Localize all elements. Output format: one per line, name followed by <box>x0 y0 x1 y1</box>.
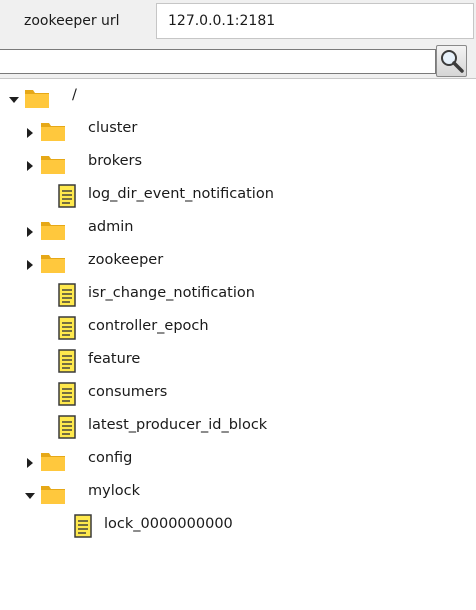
collapsed-arrow-icon[interactable] <box>24 454 36 468</box>
tree-node-label: mylock <box>88 483 140 499</box>
collapsed-arrow-icon[interactable] <box>24 256 36 270</box>
zookeeper-url-input[interactable] <box>156 3 474 39</box>
folder-icon <box>40 252 66 278</box>
tree-node[interactable]: controller_epoch <box>0 312 476 345</box>
folder-icon <box>40 120 66 146</box>
tree-node[interactable]: config <box>0 444 476 477</box>
tree-node[interactable]: admin <box>0 213 476 246</box>
file-icon <box>58 382 76 410</box>
folder-icon <box>24 87 50 113</box>
zookeeper-url-label: zookeeper url <box>24 13 120 29</box>
magnifier-icon <box>441 50 464 73</box>
tree-node[interactable]: feature <box>0 345 476 378</box>
tree-node-label: zookeeper <box>88 252 164 268</box>
tree-node[interactable]: consumers <box>0 378 476 411</box>
tree-node[interactable]: brokers <box>0 147 476 180</box>
tree-node-label: lock_0000000000 <box>104 516 233 532</box>
tree-node-label: isr_change_notification <box>88 285 255 301</box>
file-icon <box>58 283 76 311</box>
search-input[interactable] <box>0 49 436 74</box>
tree-node[interactable]: cluster <box>0 114 476 147</box>
tree-node-label: controller_epoch <box>88 318 209 334</box>
tree-node-label: latest_producer_id_block <box>88 417 268 433</box>
tree-node-label: feature <box>88 351 141 367</box>
search-button[interactable] <box>436 45 467 77</box>
tree-node-label: consumers <box>88 384 168 400</box>
file-icon <box>58 349 76 377</box>
file-icon <box>58 316 76 344</box>
expanded-arrow-icon[interactable] <box>24 487 36 499</box>
tree-node[interactable]: / <box>0 81 476 114</box>
file-icon <box>58 415 76 443</box>
tree-node[interactable]: isr_change_notification <box>0 279 476 312</box>
collapsed-arrow-icon[interactable] <box>24 124 36 138</box>
file-icon <box>58 184 76 212</box>
tree-node-label: admin <box>88 219 134 235</box>
file-icon <box>74 514 92 542</box>
collapsed-arrow-icon[interactable] <box>24 157 36 171</box>
tree-node-label: cluster <box>88 120 138 136</box>
tree-node-label: / <box>72 87 77 103</box>
folder-icon <box>40 483 66 509</box>
expanded-arrow-icon[interactable] <box>8 91 20 103</box>
tree-node[interactable]: latest_producer_id_block <box>0 411 476 444</box>
tree-node[interactable]: mylock <box>0 477 476 510</box>
search-row <box>0 44 476 78</box>
folder-icon <box>40 219 66 245</box>
tree-node-label: brokers <box>88 153 143 169</box>
tree-node[interactable]: log_dir_event_notification <box>0 180 476 213</box>
tree-node-label: log_dir_event_notification <box>88 186 274 202</box>
znode-tree-panel[interactable]: / cluster brokers log_dir_event_notificatio… <box>0 78 476 610</box>
tree-node[interactable]: lock_0000000000 <box>0 510 476 543</box>
folder-icon <box>40 153 66 179</box>
tree-node-label: config <box>88 450 133 466</box>
connection-bar: zookeeper url <box>0 0 476 44</box>
tree-node[interactable]: zookeeper <box>0 246 476 279</box>
folder-icon <box>40 450 66 476</box>
collapsed-arrow-icon[interactable] <box>24 223 36 237</box>
